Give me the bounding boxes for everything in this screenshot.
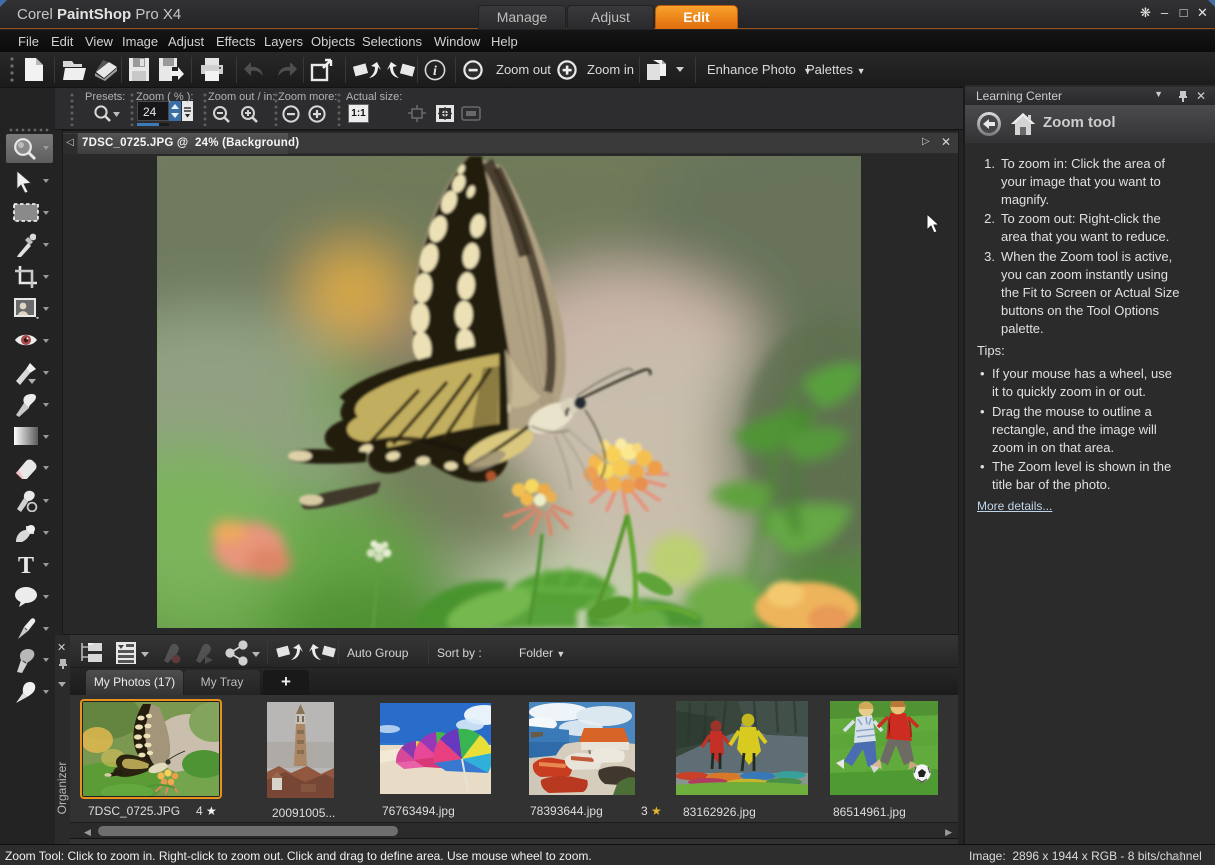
- svg-text:T: T: [18, 553, 34, 577]
- svg-text:i: i: [433, 64, 437, 79]
